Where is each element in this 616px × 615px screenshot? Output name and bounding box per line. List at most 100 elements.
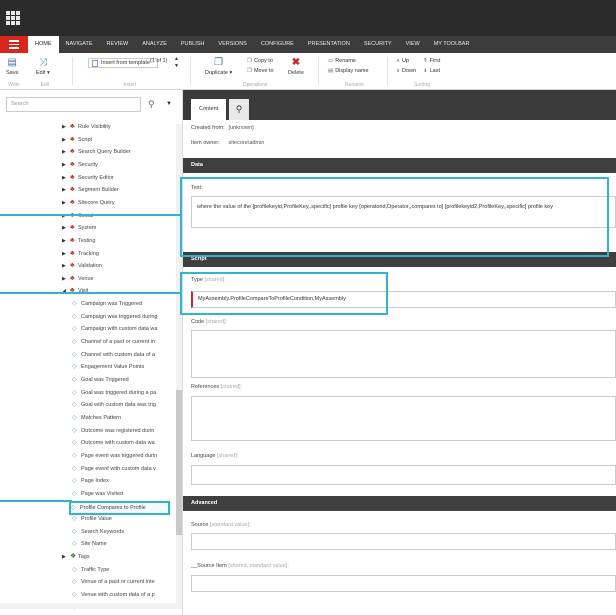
search-options-chevron-icon[interactable]: ▼: [166, 101, 172, 107]
language-field[interactable]: [191, 465, 616, 485]
chevron-right-icon[interactable]: ▶: [62, 222, 70, 234]
tree-folder[interactable]: ▶ ♣ Search Query Builder: [62, 146, 176, 158]
display-name-button[interactable]: ▤ Display name: [328, 68, 369, 74]
chevron-right-icon[interactable]: ▶: [62, 146, 70, 158]
edit-group-label: Edit: [40, 82, 50, 88]
tree-folder[interactable]: ▶ ❖ Tags: [62, 551, 176, 563]
tree-folder[interactable]: ▶ ♣ Tracking: [62, 248, 176, 260]
move-to-button[interactable]: ❐ Move to: [247, 68, 274, 74]
tree-item[interactable]: ◇ Goal was triggered during a pa: [72, 387, 176, 399]
tab-content[interactable]: Content: [191, 99, 227, 120]
tree-horizontal-scrollbar[interactable]: [0, 603, 176, 609]
edit-button[interactable]: ⤨ Edit ▾: [36, 58, 50, 77]
chevron-right-icon[interactable]: ▶: [62, 235, 70, 247]
tree-folder[interactable]: ▶ ♣ System: [62, 222, 176, 234]
search-icon[interactable]: ⚲: [148, 99, 155, 110]
tree-folder[interactable]: ▶ ♣ Venue: [62, 273, 176, 285]
tab-review[interactable]: REVIEW: [100, 36, 136, 53]
tree-folder[interactable]: ▶ ♣ Sitecore Query: [62, 197, 176, 209]
condition-icon: ◇: [72, 440, 77, 447]
tree-item[interactable]: ◇ Page event was triggered durin: [72, 450, 176, 462]
tree-item-label: Matches Pattern: [81, 414, 122, 421]
duplicate-button[interactable]: ❐ Duplicate ▾: [205, 58, 232, 77]
tab-configure[interactable]: CONFIGURE: [254, 36, 301, 53]
save-button[interactable]: ▤ Save: [6, 58, 19, 77]
last-button[interactable]: ↡ Last: [423, 68, 440, 74]
delete-button[interactable]: ✖ Delete: [288, 58, 304, 77]
tree-item[interactable]: ◇ Page Index: [72, 475, 176, 487]
tree-folder[interactable]: ▶ ♣ Validation: [62, 260, 176, 272]
tree-item[interactable]: ◇ Campaign with custom data wa: [72, 323, 176, 335]
chevron-right-icon[interactable]: ▶: [62, 273, 70, 285]
hamburger-menu-icon[interactable]: [0, 36, 28, 53]
tree-folder[interactable]: ▶ ♣ Security: [62, 159, 176, 171]
tree-item[interactable]: ◇ Search Keywords: [72, 526, 176, 538]
tree-item[interactable]: ◇ Goal with custom data was trig: [72, 399, 176, 411]
tree-item[interactable]: ◇ Venue of a past or current inte: [72, 576, 176, 588]
created-from-label: Created from:: [191, 125, 225, 131]
tab-my-toolbar[interactable]: MY TOOLBAR: [427, 36, 477, 53]
references-field[interactable]: [191, 396, 616, 441]
chevron-right-icon[interactable]: ▶: [62, 551, 70, 563]
insert-from-template-button[interactable]: Insert from template: [88, 58, 158, 68]
source-item-field[interactable]: [191, 575, 616, 592]
tab-home[interactable]: HOME: [28, 36, 59, 53]
rename-button[interactable]: ▭ Rename: [328, 58, 356, 64]
tree-item[interactable]: ◇ Venue with custom data of a p: [72, 589, 176, 601]
chevron-right-icon[interactable]: ▶: [62, 197, 70, 209]
first-button[interactable]: ↟ First: [423, 58, 440, 64]
rules-folder-icon: ♣: [70, 262, 75, 270]
rename-icon: ▭: [328, 58, 334, 64]
code-field[interactable]: [191, 330, 616, 378]
tree-folder[interactable]: ▶ ♣ Rule Visibility: [62, 121, 176, 133]
search-icon[interactable]: ⚲: [229, 99, 249, 120]
tab-navigate[interactable]: NAVIGATE: [59, 36, 100, 53]
tree-item[interactable]: ◇ Outcome was registered durin: [72, 425, 176, 437]
copy-icon: ❐: [247, 58, 252, 64]
tree-item[interactable]: ◇ Channel with custom data of a: [72, 349, 176, 361]
text-callout-connector: [0, 214, 180, 216]
tab-versions[interactable]: VERSIONS: [211, 36, 253, 53]
tree-search-input[interactable]: Search: [6, 97, 141, 112]
tab-presentation[interactable]: PRESENTATION: [301, 36, 357, 53]
tree-item[interactable]: ◇ Goal was Triggered: [72, 374, 176, 386]
scroll-down-icon[interactable]: ▼: [174, 63, 179, 69]
tree-item-label: Script: [78, 136, 93, 143]
tree-item[interactable]: ◇ Page was Visited: [72, 488, 176, 500]
chevron-right-icon[interactable]: ▶: [62, 260, 70, 272]
scroll-up-icon[interactable]: ▲: [174, 56, 179, 62]
tab-publish[interactable]: PUBLISH: [174, 36, 212, 53]
chevron-right-icon[interactable]: ▶: [62, 172, 70, 184]
up-button[interactable]: ∧ Up: [396, 58, 409, 64]
tree-folder[interactable]: ▶ ♣ Testing: [62, 235, 176, 247]
tab-view[interactable]: VIEW: [399, 36, 427, 53]
tree-item[interactable]: ◇ Matches Pattern: [72, 412, 176, 424]
tree-folder[interactable]: ▶ ♣ Script: [62, 134, 176, 146]
advanced-section-header[interactable]: Advanced: [183, 496, 616, 511]
tab-security[interactable]: SECURITY: [357, 36, 399, 53]
tree-item[interactable]: ◇ Site Name: [72, 538, 176, 550]
tree-item[interactable]: ◇ Channel of a past or current in: [72, 336, 176, 348]
chevron-right-icon[interactable]: ▶: [62, 121, 70, 133]
chevron-right-icon[interactable]: ▶: [62, 184, 70, 196]
tree-item[interactable]: ◇ Campaign was triggered during: [72, 311, 176, 323]
chevron-right-icon[interactable]: ▶: [62, 159, 70, 171]
source-field[interactable]: [191, 533, 616, 550]
copy-to-button[interactable]: ❐ Copy to: [247, 58, 273, 64]
chevron-right-icon[interactable]: ▶: [62, 248, 70, 260]
app-launcher-icon[interactable]: [6, 11, 20, 25]
tree-scrollbar-thumb[interactable]: [176, 390, 182, 535]
tree-folder[interactable]: ▶ ♣ Segment Builder: [62, 184, 176, 196]
tab-analyze[interactable]: ANALYZE: [135, 36, 174, 53]
tree-item[interactable]: ◇ Campaign was Triggered: [72, 298, 176, 310]
data-section-header[interactable]: Data: [183, 158, 616, 173]
tree-item[interactable]: ◇ Profile Value: [72, 513, 176, 525]
chevron-right-icon[interactable]: ▶: [62, 134, 70, 146]
condition-icon: ◇: [72, 566, 77, 573]
tree-item[interactable]: ◇ Engagement Value Points: [72, 361, 176, 373]
tree-item[interactable]: ◇ Traffic Type: [72, 564, 176, 576]
tree-item[interactable]: ◇ Outcome with custom data wa: [72, 437, 176, 449]
down-button[interactable]: ∨ Down: [396, 68, 416, 74]
tree-folder[interactable]: ▶ ♣ Security Editor: [62, 172, 176, 184]
tree-item[interactable]: ◇ Page event with custom data v: [72, 463, 176, 475]
